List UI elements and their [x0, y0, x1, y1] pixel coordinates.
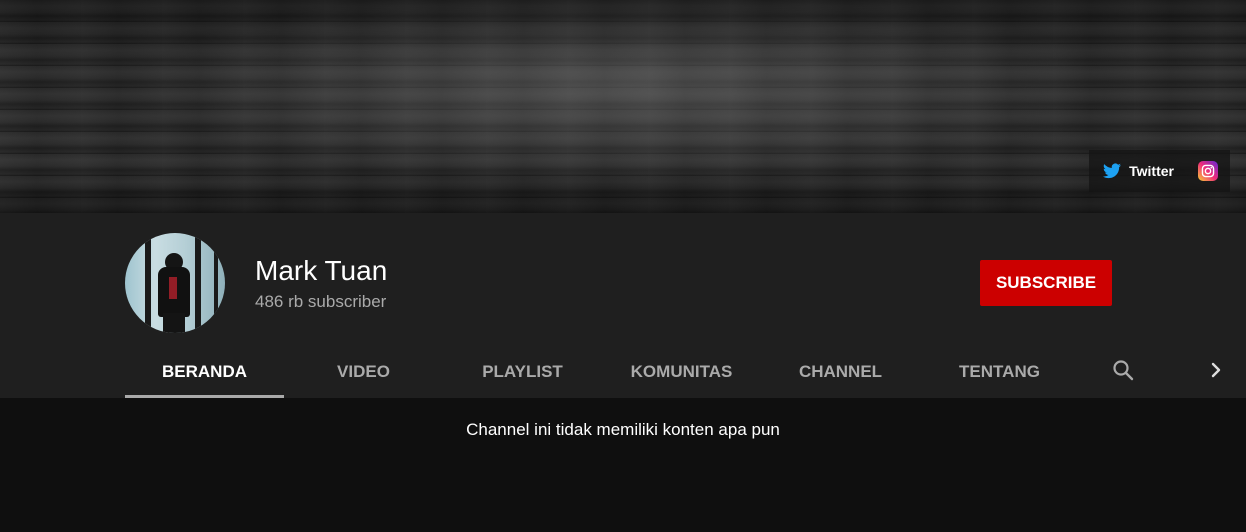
channel-header: Mark Tuan 486 rb subscriber SUBSCRIBE BE… — [0, 213, 1246, 398]
channel-tabs: BERANDA VIDEO PLAYLIST KOMUNITAS CHANNEL… — [125, 346, 1079, 398]
search-icon[interactable] — [1106, 353, 1140, 387]
banner-links: Twitter — [1089, 150, 1230, 192]
twitter-link-label: Twitter — [1129, 163, 1174, 179]
tab-komunitas[interactable]: KOMUNITAS — [602, 346, 761, 398]
twitter-link[interactable]: Twitter — [1103, 163, 1174, 179]
tab-channel[interactable]: CHANNEL — [761, 346, 920, 398]
channel-name: Mark Tuan — [255, 255, 388, 286]
channel-banner: Twitter — [0, 0, 1246, 213]
twitter-icon — [1103, 163, 1122, 179]
empty-state-message: Channel ini tidak memiliki konten apa pu… — [466, 420, 780, 439]
tab-video[interactable]: VIDEO — [284, 346, 443, 398]
tab-playlist[interactable]: PLAYLIST — [443, 346, 602, 398]
subscribe-button[interactable]: SUBSCRIBE — [980, 260, 1112, 306]
channel-content: Channel ini tidak memiliki konten apa pu… — [0, 398, 1246, 532]
subscriber-count: 486 rb subscriber — [255, 292, 387, 311]
instagram-link[interactable] — [1198, 161, 1218, 181]
tab-tentang[interactable]: TENTANG — [920, 346, 1079, 398]
chevron-right-icon[interactable] — [1202, 353, 1230, 387]
tab-beranda[interactable]: BERANDA — [125, 346, 284, 398]
instagram-icon — [1198, 161, 1218, 181]
avatar[interactable] — [125, 233, 225, 333]
